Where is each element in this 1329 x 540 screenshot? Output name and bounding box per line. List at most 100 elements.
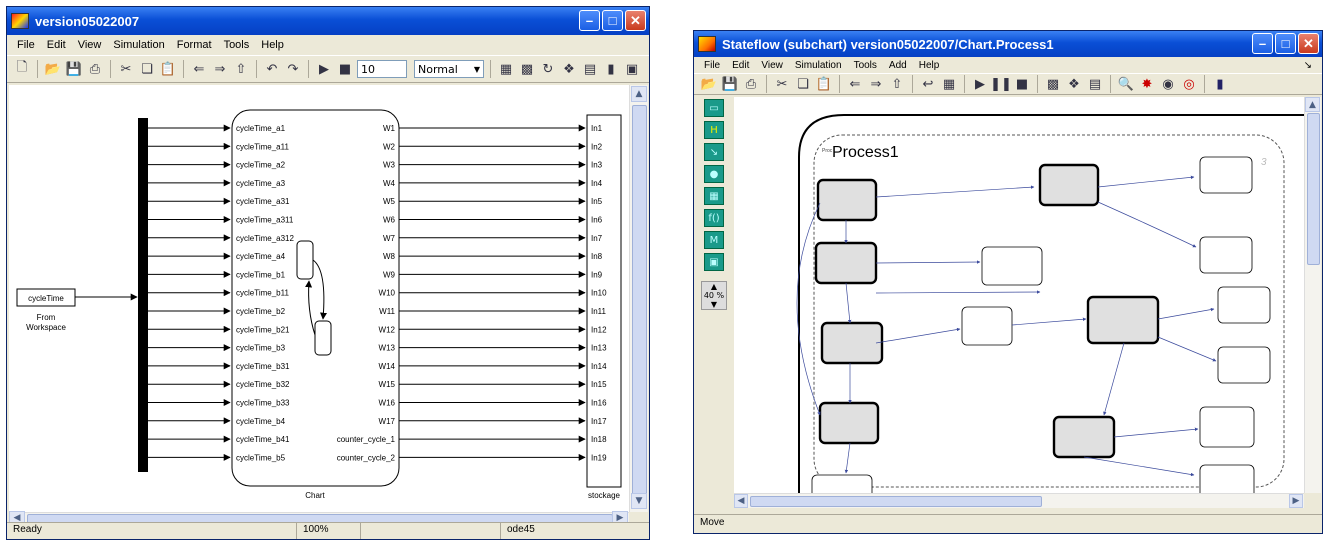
menu-file[interactable]: File xyxy=(11,39,41,51)
paste-icon[interactable]: 📋 xyxy=(815,75,833,93)
back-icon[interactable]: ⇐ xyxy=(190,60,208,78)
scroll-left-icon[interactable]: ◀ xyxy=(734,494,748,508)
state[interactable] xyxy=(1217,346,1271,384)
embedded-function-icon[interactable]: M xyxy=(704,231,724,249)
transition[interactable] xyxy=(1097,201,1197,248)
transition[interactable] xyxy=(1097,175,1195,188)
stop-time-input[interactable]: 10 xyxy=(357,60,407,78)
close-button[interactable]: ✕ xyxy=(1298,33,1319,54)
state[interactable] xyxy=(1038,163,1100,207)
state[interactable] xyxy=(1199,406,1255,448)
go-to-parent-icon[interactable]: ↩ xyxy=(919,75,937,93)
stop-simulation-icon[interactable]: ■ xyxy=(1013,75,1031,93)
close-button[interactable]: ✕ xyxy=(625,10,646,31)
state[interactable] xyxy=(1052,415,1116,459)
stateflow-canvas[interactable]: Proc Process1 3 xyxy=(734,97,1304,512)
stateflow-icon[interactable]: ▮ xyxy=(602,60,620,78)
copy-icon[interactable]: ❏ xyxy=(138,60,156,78)
save-icon[interactable]: 💾 xyxy=(65,60,83,78)
copy-icon[interactable]: ❏ xyxy=(794,75,812,93)
history-junction-icon[interactable]: H xyxy=(704,121,724,139)
state[interactable] xyxy=(820,321,884,365)
zoom-fit-icon[interactable]: ▣ xyxy=(623,60,641,78)
state[interactable] xyxy=(1199,156,1253,194)
menu-edit[interactable]: Edit xyxy=(41,39,72,51)
transition[interactable] xyxy=(1157,336,1217,362)
transition[interactable] xyxy=(875,260,981,264)
vertical-scrollbar[interactable]: ▲ xyxy=(1304,97,1321,493)
transition[interactable] xyxy=(1083,456,1195,477)
zoom-in-icon[interactable]: ▲ xyxy=(702,282,726,291)
model-explorer-icon[interactable]: ❖ xyxy=(560,60,578,78)
menu-edit[interactable]: Edit xyxy=(726,60,755,71)
stop-simulation-icon[interactable]: ■ xyxy=(336,60,354,78)
library-browser-icon[interactable]: ▩ xyxy=(518,60,536,78)
start-simulation-icon[interactable]: ▶ xyxy=(315,60,333,78)
zoom-out-icon[interactable]: ▼ xyxy=(702,300,726,309)
simulink-icon[interactable]: ▮ xyxy=(1211,75,1229,93)
state[interactable] xyxy=(1217,286,1271,324)
cut-icon[interactable]: ✂ xyxy=(773,75,791,93)
target-icon[interactable]: ✸ xyxy=(1138,75,1156,93)
transition[interactable] xyxy=(1103,342,1125,416)
undo-icon[interactable]: ↶ xyxy=(263,60,281,78)
state[interactable] xyxy=(1199,236,1253,274)
cut-icon[interactable]: ✂ xyxy=(117,60,135,78)
zoom-control[interactable]: ▲ 40 % ▼ xyxy=(701,281,727,310)
menu-format[interactable]: Format xyxy=(171,39,218,51)
pause-simulation-icon[interactable]: ❚❚ xyxy=(990,75,1012,93)
transition[interactable] xyxy=(875,185,1035,198)
start-simulation-icon[interactable]: ▶ xyxy=(971,75,989,93)
vertical-scrollbar[interactable]: ▲ ▼ xyxy=(629,85,648,512)
record-icon[interactable]: ◎ xyxy=(1180,75,1198,93)
simulink-title-bar[interactable]: version05022007 – □ ✕ xyxy=(7,7,649,35)
forward-icon[interactable]: ⇒ xyxy=(211,60,229,78)
default-transition-icon[interactable]: ↘ xyxy=(704,143,724,161)
scroll-thumb[interactable] xyxy=(1307,113,1320,265)
forward-icon[interactable]: ⇒ xyxy=(867,75,885,93)
transition[interactable] xyxy=(1011,317,1087,326)
menu-file[interactable]: File xyxy=(698,60,726,71)
scroll-down-icon[interactable]: ▼ xyxy=(631,493,647,509)
minimize-button[interactable]: – xyxy=(579,10,600,31)
menu-overflow-icon[interactable]: ↘ xyxy=(1298,60,1318,71)
transition[interactable] xyxy=(875,327,961,344)
up-icon[interactable]: ⇧ xyxy=(888,75,906,93)
menu-add[interactable]: Add xyxy=(883,60,913,71)
update-diagram-icon[interactable]: ↻ xyxy=(539,60,557,78)
minimize-button[interactable]: – xyxy=(1252,33,1273,54)
menu-view[interactable]: View xyxy=(72,39,108,51)
transition[interactable] xyxy=(875,290,1041,294)
build-icon[interactable]: ▦ xyxy=(497,60,515,78)
save-icon[interactable]: 💾 xyxy=(721,75,739,93)
open-folder-icon[interactable]: 📂 xyxy=(700,75,718,93)
menu-tools[interactable]: Tools xyxy=(218,39,256,51)
state[interactable] xyxy=(816,178,878,222)
simulation-mode-select[interactable]: Normal ▼ xyxy=(414,60,484,78)
menu-help[interactable]: Help xyxy=(913,60,946,71)
back-icon[interactable]: ⇐ xyxy=(846,75,864,93)
box-icon[interactable]: ▣ xyxy=(704,253,724,271)
state[interactable] xyxy=(1086,295,1160,345)
library-icon[interactable]: ▩ xyxy=(1044,75,1062,93)
scroll-up-icon[interactable]: ▲ xyxy=(631,86,647,102)
menu-simulation[interactable]: Simulation xyxy=(107,39,170,51)
print-icon[interactable]: ⎙ xyxy=(742,75,760,93)
state[interactable] xyxy=(981,246,1043,286)
scroll-thumb[interactable] xyxy=(632,105,647,495)
transition[interactable] xyxy=(1157,307,1215,320)
stateflow-title-bar[interactable]: Stateflow (subchart) version05022007/Cha… xyxy=(694,31,1322,57)
state[interactable] xyxy=(818,401,880,445)
transition[interactable] xyxy=(1113,427,1199,438)
build-icon[interactable]: ▦ xyxy=(940,75,958,93)
scroll-right-icon[interactable]: ▶ xyxy=(1289,494,1303,508)
menu-help[interactable]: Help xyxy=(255,39,290,51)
scroll-up-icon[interactable]: ▲ xyxy=(1305,97,1320,112)
state[interactable] xyxy=(961,306,1013,346)
stockage-block[interactable] xyxy=(586,114,622,488)
redo-icon[interactable]: ↷ xyxy=(284,60,302,78)
connective-junction-icon[interactable]: ● xyxy=(704,165,724,183)
transition[interactable] xyxy=(845,282,852,324)
new-file-icon[interactable]: 🗋 xyxy=(13,60,31,78)
binoculars-icon[interactable]: ◉ xyxy=(1159,75,1177,93)
